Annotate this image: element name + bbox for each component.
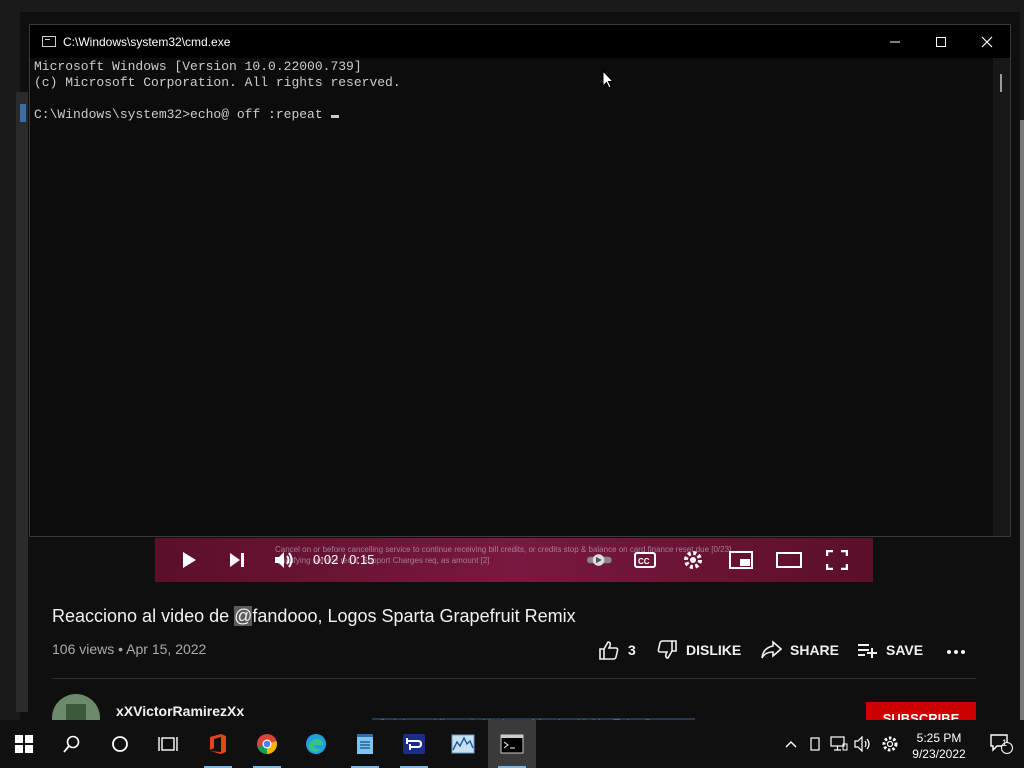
dislike-button[interactable]: DISLIKE: [656, 640, 741, 660]
divider: [52, 678, 976, 679]
minimize-icon: [890, 41, 900, 42]
taskbar-chrome[interactable]: [243, 720, 291, 768]
gear-icon: [882, 736, 898, 752]
office-icon: [210, 734, 226, 754]
search-button[interactable]: [48, 720, 96, 768]
background-window-edge: [16, 92, 28, 712]
like-button[interactable]: 3: [598, 640, 636, 660]
tray-volume[interactable]: [852, 720, 874, 768]
speaker-icon: [854, 736, 870, 752]
tray-network[interactable]: [828, 720, 850, 768]
start-button[interactable]: [0, 720, 48, 768]
chrome-icon: [257, 734, 277, 754]
thumbs-down-icon: [657, 640, 677, 659]
fullscreen-icon[interactable]: [823, 546, 851, 574]
cmd-titlebar[interactable]: C:\Windows\system32\cmd.exe: [30, 25, 1010, 58]
video-views-date: 106 views • Apr 15, 2022: [52, 641, 207, 657]
tray-device[interactable]: [806, 720, 824, 768]
svg-text:CC: CC: [638, 557, 650, 566]
console-line-version: Microsoft Windows [Version 10.0.22000.73…: [34, 59, 362, 74]
console-line-copyright: (c) Microsoft Corporation. All rights re…: [34, 75, 401, 90]
autoplay-toggle-icon[interactable]: [587, 546, 615, 574]
settings-gear-icon[interactable]: [679, 546, 707, 574]
maximize-icon: [936, 36, 946, 47]
tray-settings[interactable]: [878, 720, 902, 768]
taskbar-connection-app[interactable]: [390, 720, 438, 768]
taskbar-resource-monitor[interactable]: [439, 720, 487, 768]
text-cursor: [330, 115, 339, 118]
video-title: Reacciono al video de @fandooo, Logos Sp…: [52, 606, 576, 627]
video-title-highlight: @: [234, 606, 253, 626]
share-icon: [761, 640, 782, 659]
close-icon: [981, 36, 993, 47]
cmd-scrollbar[interactable]: [993, 58, 1010, 536]
taskbar-cmd[interactable]: [488, 720, 536, 768]
show-hidden-icons-button[interactable]: [780, 720, 802, 768]
minimize-button[interactable]: [872, 25, 918, 58]
more-actions-button[interactable]: [946, 640, 966, 660]
playlist-add-icon: [858, 644, 877, 658]
channel-name[interactable]: xXVictorRamirezXx: [116, 703, 244, 719]
miniplayer-icon[interactable]: [727, 546, 755, 574]
resource-monitor-icon: [451, 734, 475, 754]
taskbar-notepad[interactable]: [341, 720, 389, 768]
task-view-button[interactable]: [144, 720, 192, 768]
usb-device-icon: [810, 737, 820, 751]
taskbar-office[interactable]: [194, 720, 242, 768]
action-center-button[interactable]: 1: [978, 720, 1024, 768]
taskbar: 5:25 PM 9/23/2022 1: [0, 720, 1024, 768]
volume-icon[interactable]: [270, 546, 298, 574]
play-icon[interactable]: [175, 546, 203, 574]
console-command-input[interactable]: echo@ off :repeat: [190, 107, 323, 122]
scrollbar-thumb[interactable]: [1000, 74, 1002, 92]
video-title-part-2[interactable]: fandooo, Logos Sparta Grapefruit Remix: [252, 606, 575, 626]
cmd-console-output[interactable]: Microsoft Windows [Version 10.0.22000.73…: [34, 59, 401, 123]
notification-icon: [990, 734, 1013, 754]
more-horizontal-icon: [947, 650, 965, 654]
subscribe-button[interactable]: SUBSCRIBE: [866, 702, 976, 720]
close-button[interactable]: [964, 25, 1010, 58]
chevron-up-icon: [785, 741, 797, 748]
clock-time: 5:25 PM: [916, 731, 962, 745]
like-count: 3: [628, 642, 636, 658]
cortana-button[interactable]: [96, 720, 144, 768]
cmd-icon: [500, 734, 524, 754]
share-button[interactable]: SHARE: [760, 640, 839, 660]
taskbar-clock[interactable]: 5:25 PM 9/23/2022: [906, 730, 972, 762]
cortana-circle-icon: [112, 736, 128, 752]
mouse-pointer-icon: [602, 70, 614, 89]
network-connection-icon: [403, 734, 425, 754]
next-icon[interactable]: [223, 546, 251, 574]
video-title-part-1: Reacciono al video de: [52, 606, 235, 626]
share-label: SHARE: [790, 642, 840, 658]
dislike-label: DISLIKE: [686, 642, 742, 658]
clock-date: 9/23/2022: [912, 747, 966, 761]
cmd-window-title: C:\Windows\system32\cmd.exe: [63, 35, 231, 49]
network-icon: [830, 736, 848, 751]
save-button[interactable]: SAVE: [856, 640, 923, 660]
taskbar-edge[interactable]: [292, 720, 340, 768]
save-label: SAVE: [886, 642, 924, 658]
cmd-app-icon: [42, 36, 56, 47]
thumbs-up-icon: [599, 641, 619, 660]
console-prompt-line: C:\Windows\system32>echo@ off :repeat: [34, 107, 401, 123]
notepad-icon: [357, 734, 373, 754]
captions-icon[interactable]: CC: [631, 546, 659, 574]
video-time: 0:02 / 0:15: [313, 552, 375, 567]
edge-icon: [306, 734, 326, 754]
task-view-icon: [158, 737, 178, 751]
console-prompt: C:\Windows\system32>: [34, 107, 191, 122]
theater-mode-icon[interactable]: [775, 546, 803, 574]
windows-logo-icon: [15, 735, 33, 753]
video-player-controls: Cancel on or before cancelling service t…: [155, 538, 873, 582]
page-scrollbar[interactable]: [1020, 120, 1024, 720]
maximize-button[interactable]: [918, 25, 964, 58]
search-icon: [63, 735, 80, 753]
cmd-window[interactable]: C:\Windows\system32\cmd.exe Microsoft Wi…: [29, 24, 1011, 537]
notification-count: 1: [1002, 738, 1008, 748]
